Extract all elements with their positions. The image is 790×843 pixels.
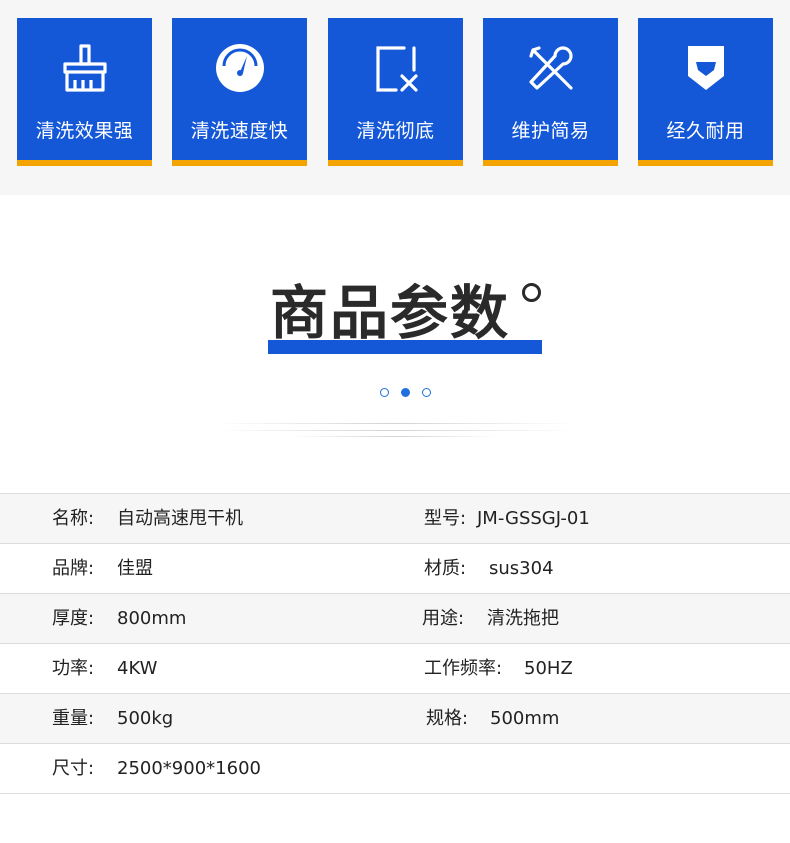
pagination-dots	[0, 388, 790, 398]
feature-card-thorough-clean: 清洗彻底	[328, 18, 463, 166]
speedometer-icon	[216, 44, 264, 92]
spec-label: 品牌:	[52, 558, 95, 579]
spec-label: 重量:	[52, 708, 95, 729]
spec-value: 4KW	[117, 658, 158, 679]
feature-card-cleaning-power: 清洗效果强	[17, 18, 152, 166]
dot-2-active	[401, 388, 410, 397]
spec-label: 用途:	[422, 608, 465, 629]
clear-box-icon	[376, 46, 418, 92]
dot-3	[422, 388, 431, 397]
spec-value: sus304	[489, 558, 554, 579]
spec-table: 名称: 自动高速甩干机 型号: JM-GSSGJ-01 品牌: 佳盟 材质: s…	[0, 493, 790, 794]
decorative-line	[215, 430, 575, 431]
brush-icon	[63, 44, 107, 92]
feature-label: 清洗效果强	[35, 120, 134, 142]
spec-label: 材质:	[424, 558, 467, 579]
spec-value: 清洗拖把	[487, 608, 559, 629]
table-row: 尺寸: 2500*900*1600	[0, 743, 790, 794]
table-row: 重量: 500kg 规格: 500mm	[0, 693, 790, 743]
section-title: 商品参数	[270, 279, 511, 347]
decorative-line	[290, 436, 500, 437]
table-row: 厚度: 800mm 用途: 清洗拖把	[0, 593, 790, 643]
spec-value: 500kg	[117, 708, 174, 729]
spec-label: 功率:	[52, 658, 95, 679]
feature-card-durable: 经久耐用	[638, 18, 773, 166]
dot-1	[380, 388, 389, 397]
spec-label: 厚度:	[52, 608, 95, 629]
spec-value: JM-GSSGJ-01	[477, 508, 590, 529]
spec-label: 型号:	[424, 508, 467, 529]
table-row: 功率: 4KW 工作频率: 50HZ	[0, 643, 790, 693]
spec-value: 800mm	[117, 608, 187, 629]
spec-label: 工作频率:	[424, 658, 503, 679]
spec-value: 自动高速甩干机	[117, 508, 243, 529]
table-row: 品牌: 佳盟 材质: sus304	[0, 543, 790, 593]
spec-value: 50HZ	[524, 658, 573, 679]
spec-label: 名称:	[52, 508, 95, 529]
shield-icon	[688, 46, 724, 90]
table-row: 名称: 自动高速甩干机 型号: JM-GSSGJ-01	[0, 493, 790, 543]
tools-icon	[529, 46, 573, 90]
feature-label: 清洗速度快	[190, 120, 289, 142]
feature-card-cleaning-speed: 清洗速度快	[172, 18, 307, 166]
features-strip: 清洗效果强 清洗速度快 清洗彻底 维护简易 经久耐用	[0, 0, 790, 195]
feature-label: 清洗彻底	[356, 120, 435, 142]
degree-mark	[522, 283, 541, 302]
spec-label: 规格:	[426, 708, 469, 729]
feature-card-easy-maintenance: 维护简易	[483, 18, 618, 166]
spec-value: 500mm	[490, 708, 560, 729]
spec-value: 2500*900*1600	[117, 758, 261, 779]
spec-value: 佳盟	[117, 558, 153, 579]
decorative-line	[215, 423, 575, 424]
feature-label: 经久耐用	[666, 120, 745, 142]
feature-label: 维护简易	[511, 120, 590, 142]
spec-label: 尺寸:	[52, 758, 95, 779]
